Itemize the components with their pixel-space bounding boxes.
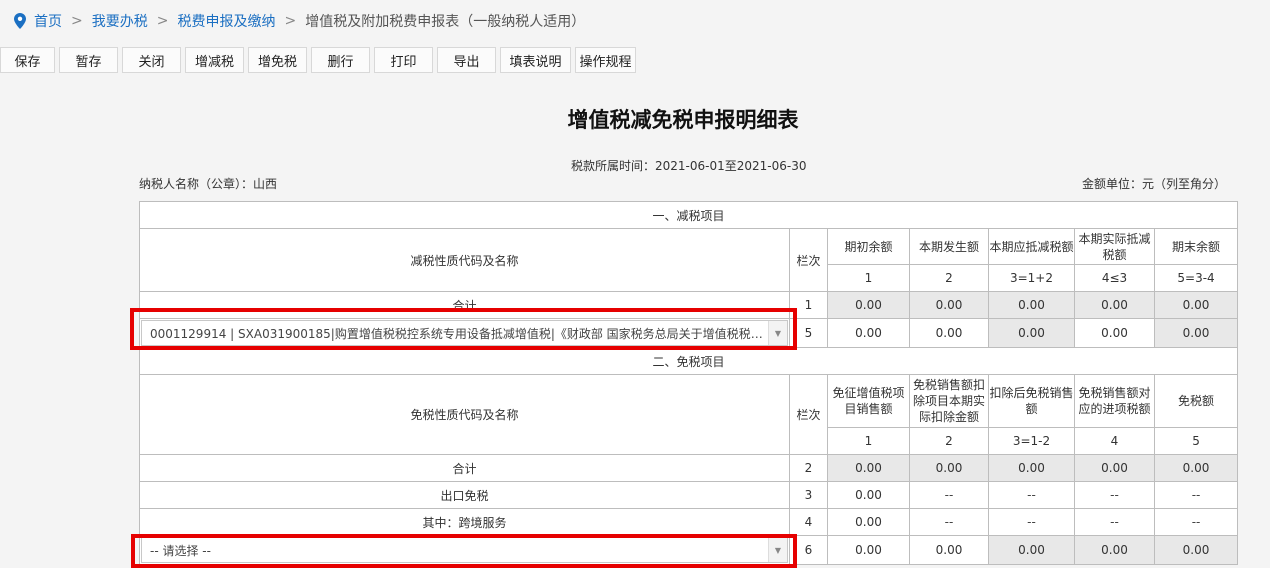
amount-unit: 金额单位：元（列至角分） [1081,177,1226,191]
reduction-total-value: 0.00 [827,291,910,319]
draft-save-button[interactable]: 暂存 [59,47,118,73]
reduction-col-header: 本期发生额 [909,228,989,265]
exemption-sales-input[interactable]: 0.00 [827,535,910,565]
toolbar: 保存 暂存 关闭 增减税 增免税 删行 打印 导出 填表说明 操作规程 [0,47,636,73]
breadcrumb-home-link[interactable]: 首页 [34,11,62,31]
reduction-col-formula: 3=1+2 [988,264,1075,292]
operation-rules-button[interactable]: 操作规程 [575,47,636,73]
export-exempt-cell: -- [1074,481,1155,509]
exemption-total-line: 2 [789,454,828,482]
breadcrumb-current: 增值税及附加税费申报表（一般纳税人适用） [305,14,586,30]
fill-instructions-button[interactable]: 填表说明 [500,47,571,73]
breadcrumb: 首页 > 我要办税 > 税费申报及缴纳 > 增值税及附加税费申报表（一般纳税人适… [14,10,585,32]
close-button[interactable]: 关闭 [122,47,181,73]
delete-row-button[interactable]: 删行 [311,47,370,73]
crossborder-service-cell: -- [1074,508,1155,536]
exemption-col-formula: 5 [1153,427,1239,455]
export-exempt-cell: -- [1153,481,1239,509]
reduction-total-label: 合计 [139,291,790,319]
breadcrumb-tax-link[interactable]: 我要办税 [92,11,148,31]
reduction-actual-deduction-input[interactable]: 0.00 [1074,318,1155,348]
reduction-item-line: 5 [789,318,828,348]
reduction-col-header: 本期应抵减税额 [988,228,1075,265]
reduction-line-header: 栏次 [789,228,828,292]
exemption-type-select-value: -- 请选择 -- [150,544,211,558]
crossborder-service-cell: -- [988,508,1075,536]
exemption-item-line: 6 [789,535,828,565]
exemption-total-value: 0.00 [909,454,989,482]
crossborder-service-line: 4 [789,508,828,536]
reduction-section-title: 一、减税项目 [138,201,1239,229]
reduction-type-select-value: 0001129914 | SXA031900185|购置增值税税控系统专用设备抵… [150,327,763,341]
exemption-item-cell: -- 请选择 -- ▼ [139,535,790,565]
add-reduction-button[interactable]: 增减税 [185,47,244,73]
exemption-total-value: 0.00 [1074,454,1155,482]
reduction-total-value: 0.00 [909,291,989,319]
page-title: 增值税减免税申报明细表 [567,108,799,132]
exemption-col-formula: 4 [1074,427,1155,455]
exemption-col-header: 免税额 [1153,374,1239,428]
export-exempt-label: 出口免税 [139,481,790,509]
breadcrumb-separator: > [284,13,297,29]
reduction-col-header: 期末余额 [1153,228,1239,265]
reduction-col-formula: 2 [909,264,989,292]
exemption-input-tax-value: 0.00 [1074,535,1155,565]
dropdown-arrow-icon[interactable]: ▼ [768,321,787,345]
reduction-type-select[interactable]: 0001129914 | SXA031900185|购置增值税税控系统专用设备抵… [141,320,788,346]
exemption-total-value: 0.00 [1153,454,1239,482]
location-pin-icon [14,13,26,29]
exemption-col-header: 扣除后免税销售额 [988,374,1075,428]
tax-period: 税款所属时间：2021-06-01至2021-06-30 [571,159,807,173]
exemption-deduction-input[interactable]: 0.00 [909,535,989,565]
breadcrumb-declare-link[interactable]: 税费申报及缴纳 [177,11,275,31]
reduction-total-value: 0.00 [988,291,1075,319]
export-exempt-cell: -- [988,481,1075,509]
exemption-col-formula: 3=1-2 [988,427,1075,455]
exemption-total-label: 合计 [139,454,790,482]
add-exemption-button[interactable]: 增免税 [248,47,307,73]
crossborder-service-cell: -- [909,508,989,536]
crossborder-service-label: 其中：跨境服务 [139,508,790,536]
reduction-item-cell: 0001129914 | SXA031900185|购置增值税税控系统专用设备抵… [139,318,790,348]
exemption-amount-value: 0.00 [1153,535,1239,565]
exemption-section-title: 二、免税项目 [138,347,1239,375]
breadcrumb-separator: > [71,13,83,29]
exemption-col-header: 免税销售额扣除项目本期实际扣除金额 [909,374,989,428]
reduction-closing-balance-value: 0.00 [1153,318,1239,348]
reduction-col-formula: 5=3-4 [1153,264,1239,292]
reduction-deductible-value: 0.00 [988,318,1075,348]
export-exempt-line: 3 [789,481,828,509]
exemption-line-header: 栏次 [789,374,828,455]
exemption-col-formula: 2 [909,427,989,455]
export-button[interactable]: 导出 [437,47,496,73]
export-exempt-sales-input[interactable]: 0.00 [827,481,910,509]
reduction-name-header: 减税性质代码及名称 [139,228,790,292]
exemption-net-sales-value: 0.00 [988,535,1075,565]
exemption-col-header: 免税销售额对应的进项税额 [1074,374,1155,428]
reduction-opening-balance-input[interactable]: 0.00 [827,318,910,348]
exemption-type-select[interactable]: -- 请选择 -- ▼ [141,537,788,563]
reduction-col-formula: 1 [827,264,910,292]
export-exempt-cell: -- [909,481,989,509]
exemption-col-header: 免征增值税项目销售额 [827,374,910,428]
exemption-name-header: 免税性质代码及名称 [139,374,790,455]
reduction-total-value: 0.00 [1153,291,1239,319]
reduction-current-amount-input[interactable]: 0.00 [909,318,989,348]
crossborder-service-sales-input[interactable]: 0.00 [827,508,910,536]
save-button[interactable]: 保存 [0,47,55,73]
taxpayer-name: 纳税人名称（公章）：山西 [139,177,278,191]
print-button[interactable]: 打印 [374,47,433,73]
breadcrumb-separator: > [156,13,169,29]
dropdown-arrow-icon[interactable]: ▼ [768,538,787,562]
reduction-col-header: 期初余额 [827,228,910,265]
reduction-total-line: 1 [789,291,828,319]
reduction-total-value: 0.00 [1074,291,1155,319]
exemption-total-value: 0.00 [988,454,1075,482]
exemption-total-value: 0.00 [827,454,910,482]
crossborder-service-cell: -- [1153,508,1239,536]
reduction-col-formula: 4≤3 [1074,264,1155,292]
exemption-detail-table: 一、减税项目 减税性质代码及名称 栏次 期初余额 本期发生额 本期应抵减税额 本… [138,201,1239,565]
reduction-col-header: 本期实际抵减税额 [1074,228,1155,265]
exemption-col-formula: 1 [827,427,910,455]
